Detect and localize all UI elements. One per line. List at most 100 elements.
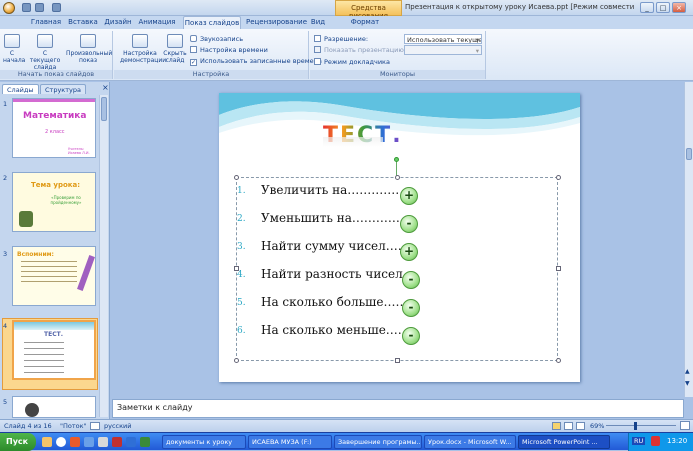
sorter-view-icon[interactable] [564, 422, 573, 430]
minus-icon[interactable]: - [402, 299, 420, 317]
tab-animation[interactable]: Анимация [138, 16, 176, 29]
save-icon[interactable] [22, 3, 31, 12]
tab-design[interactable]: Дизайн [104, 16, 132, 29]
rehearse-timings-button[interactable]: Настройка времени [190, 46, 268, 54]
main-scrollbar[interactable]: ▲ ▼ [684, 82, 693, 397]
app-icon[interactable] [98, 437, 108, 447]
slide-thumbnail-4[interactable]: ТЕСТ. [12, 320, 96, 380]
resize-handle[interactable] [234, 358, 239, 363]
title-bar: Средства рисования Презентация к открыто… [0, 0, 693, 20]
resize-handle[interactable] [395, 358, 400, 363]
show-on-label: Показать презентацию на: [314, 46, 416, 54]
start-label: Пуск [6, 437, 29, 446]
office-button[interactable] [3, 2, 15, 14]
tab-review[interactable]: Рецензирование [246, 16, 307, 29]
resize-handle[interactable] [395, 175, 400, 180]
explorer-icon[interactable] [42, 437, 52, 447]
zoom-slider-thumb[interactable] [634, 422, 637, 430]
resolution-select[interactable]: Использовать текуще... ▾ [404, 34, 482, 44]
scroll-thumb[interactable] [101, 97, 107, 121]
task-button[interactable]: Завершение програмы... [334, 435, 422, 449]
resize-handle[interactable] [234, 175, 239, 180]
maximize-button[interactable]: □ [656, 2, 670, 13]
item-number: 5. [237, 298, 246, 308]
monitor-icon-disabled [314, 46, 321, 53]
slide-canvas[interactable]: ТЕСТ. 1. Увеличить на…………… 2. Уменьшить на… [219, 93, 580, 382]
tab-outline[interactable]: Структура [40, 84, 86, 94]
tab-slides[interactable]: Слайды [2, 84, 39, 94]
app-icon[interactable] [112, 437, 122, 447]
task-button-active[interactable]: Microsoft PowerPoint ... [518, 435, 610, 449]
app-icon[interactable] [126, 437, 136, 447]
item-text[interactable]: На сколько меньше…… [261, 323, 410, 337]
group-label-monitors: Мониторы [310, 70, 485, 79]
item-text[interactable]: Найти сумму чисел…… [261, 239, 410, 253]
plus-icon[interactable]: + [400, 187, 418, 205]
language-button[interactable]: RU [632, 437, 646, 445]
item-text[interactable]: На сколько больше……… [261, 295, 419, 309]
slide-thumbnail-2[interactable]: Тема урока: «Проверим по пройденному» [12, 172, 96, 232]
task-button[interactable]: Урок.docx - Microsoft W... [424, 435, 516, 449]
tab-slideshow[interactable]: Показ слайдов [183, 16, 241, 29]
start-button[interactable]: Пуск [0, 433, 36, 451]
setup-show-button[interactable]: Настройка демонстрации [120, 34, 166, 64]
record-narration-button[interactable]: Звукозапись [190, 35, 243, 43]
presenter-view-checkbox[interactable]: Режим докладчика [314, 58, 390, 66]
from-current-button[interactable]: С текущего слайда [27, 34, 63, 71]
browser-icon[interactable] [56, 437, 66, 447]
slideshow-view-icon[interactable] [576, 422, 585, 430]
tab-insert[interactable]: Вставка [68, 16, 98, 29]
from-beginning-button[interactable]: С начала [3, 34, 25, 64]
minus-icon[interactable]: - [402, 327, 420, 345]
task-button[interactable]: документы к уроку [162, 435, 246, 449]
theme-name[interactable]: "Поток" [60, 422, 87, 430]
language-indicator[interactable]: русский [104, 422, 132, 430]
slide-thumbnail-5[interactable] [12, 396, 96, 418]
normal-view-icon[interactable] [552, 422, 561, 430]
app-icon[interactable] [70, 437, 80, 447]
tab-home[interactable]: Главная [30, 16, 62, 29]
window-title: Презентация к открытому уроку Исаева.ppt… [405, 3, 635, 11]
scroll-thumb[interactable] [686, 148, 692, 160]
thumbnails-scrollbar[interactable] [99, 95, 108, 417]
antivirus-icon[interactable] [651, 436, 660, 446]
fit-window-icon[interactable] [680, 421, 690, 430]
item-text[interactable]: Найти разность чисел… [261, 267, 415, 281]
text-line [21, 266, 77, 267]
zoom-level[interactable]: 69% [590, 422, 604, 430]
zoom-slider[interactable] [606, 425, 676, 426]
tab-view[interactable]: Вид [308, 16, 328, 29]
custom-show-button[interactable]: Произвольный показ [66, 34, 112, 64]
previous-slide-icon[interactable]: ▲ [685, 368, 690, 375]
redo-icon[interactable] [52, 3, 61, 12]
resize-handle[interactable] [556, 358, 561, 363]
use-timings-checkbox[interactable]: ✓ Использовать записанные времена [190, 57, 322, 66]
notes-field[interactable]: Заметки к слайду [112, 399, 684, 418]
next-slide-icon[interactable]: ▼ [685, 380, 690, 387]
slide-thumbnail-3[interactable]: Вспомним: [12, 246, 96, 306]
app-icon[interactable] [84, 437, 94, 447]
thumb-subtitle: «Проверим по пройденному» [50, 195, 82, 205]
plus-icon[interactable]: + [400, 243, 418, 261]
slide-thumbnail-1[interactable]: Математика 2 класс Учитель: Исаева Л.И. [12, 98, 96, 158]
rotate-handle[interactable] [394, 157, 399, 162]
minimize-button[interactable]: _ [640, 2, 654, 13]
undo-icon[interactable] [35, 3, 44, 12]
resize-handle[interactable] [556, 175, 561, 180]
resize-handle[interactable] [556, 266, 561, 271]
minus-icon[interactable]: - [402, 271, 420, 289]
item-text[interactable]: Уменьшить на…………… [261, 211, 412, 225]
task-button[interactable]: ИСАЕВА МУЗА (F:) [248, 435, 332, 449]
spellcheck-icon[interactable] [90, 422, 100, 430]
close-button[interactable]: × [672, 2, 686, 13]
tab-format[interactable]: Формат [350, 16, 380, 29]
show-on-select[interactable]: ▾ [404, 45, 482, 55]
close-pane-icon[interactable]: × [102, 83, 109, 92]
item-number: 3. [237, 242, 246, 252]
group-start-show: С начала С текущего слайда Произвольный … [0, 31, 113, 79]
item-text[interactable]: Увеличить на…………… [261, 183, 407, 197]
hide-slide-button[interactable]: Скрыть слайд [163, 34, 187, 64]
app-icon[interactable] [140, 437, 150, 447]
text-line [24, 354, 64, 355]
minus-icon[interactable]: - [400, 215, 418, 233]
